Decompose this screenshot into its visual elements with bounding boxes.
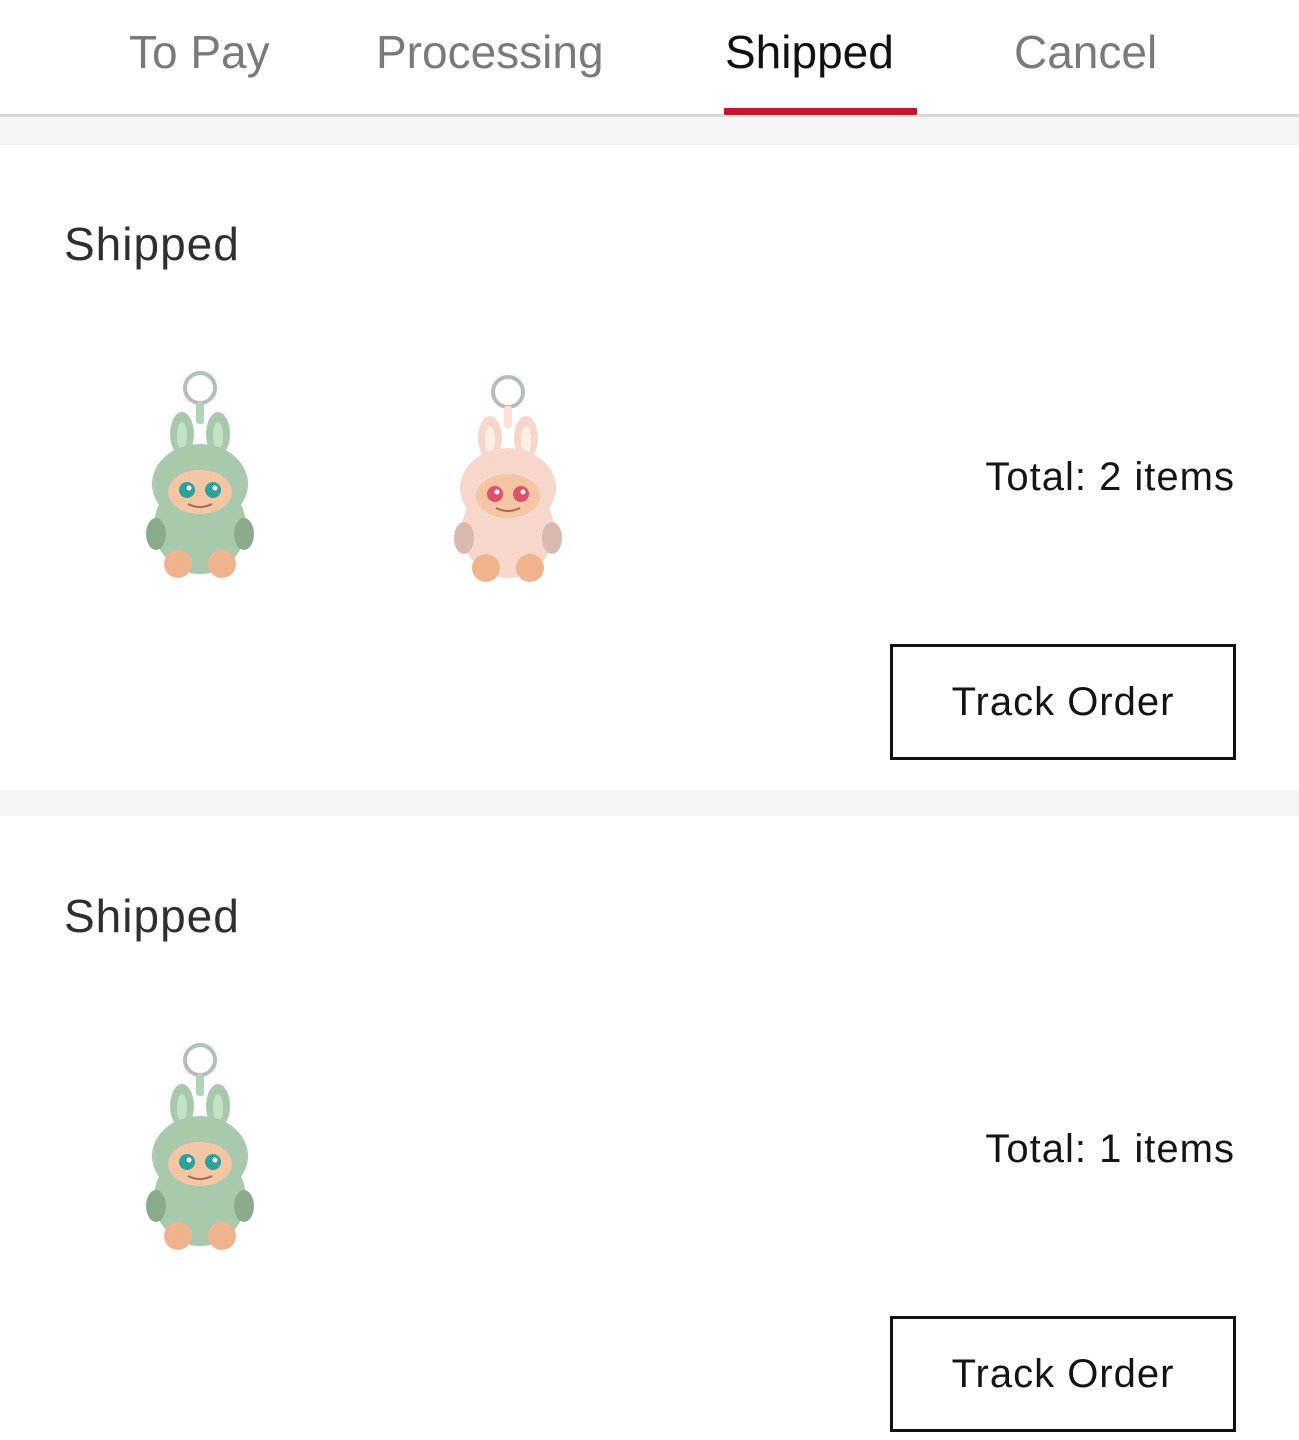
tab-cancel[interactable]: Cancel bbox=[1014, 22, 1157, 82]
track-order-button[interactable]: Track Order bbox=[890, 644, 1236, 760]
track-order-button[interactable]: Track Order bbox=[890, 1316, 1236, 1432]
order-status-title: Shipped bbox=[64, 218, 240, 270]
tab-shipped[interactable]: Shipped bbox=[725, 22, 894, 82]
active-tab-indicator bbox=[724, 108, 917, 115]
tab-to-pay[interactable]: To Pay bbox=[129, 22, 270, 82]
green-plush-keychain-image[interactable] bbox=[130, 366, 270, 586]
order-status-tabs: To Pay Processing Shipped Cancel bbox=[0, 0, 1299, 117]
order-total: Total: 1 items bbox=[985, 1127, 1235, 1171]
section-divider bbox=[0, 117, 1299, 145]
order-status-title: Shipped bbox=[64, 890, 240, 942]
pink-plush-keychain-image[interactable] bbox=[438, 370, 578, 590]
tab-processing[interactable]: Processing bbox=[376, 22, 604, 82]
section-divider bbox=[0, 790, 1299, 816]
order-total: Total: 2 items bbox=[985, 455, 1235, 499]
green-plush-keychain-image[interactable] bbox=[130, 1038, 270, 1258]
